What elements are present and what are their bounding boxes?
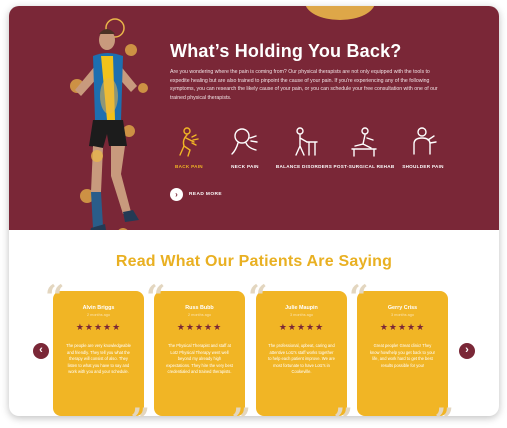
review-text: The professional, upbeat, caring and att… (268, 343, 335, 374)
star-rating: ★★★★★ (75, 322, 122, 332)
symptom-back-pain[interactable]: BACK PAIN (157, 126, 221, 170)
close-quote-icon: ” (434, 401, 454, 428)
symptom-shoulder-pain[interactable]: SHOULDER PAIN (391, 126, 455, 170)
reviewer-name: Russ Bubb (185, 305, 214, 311)
intro-text: Are you wondering where the pain is comi… (170, 69, 438, 101)
review-time: 3 months ago (390, 313, 414, 317)
review-text: The people are very knowledgeable and fr… (66, 343, 131, 374)
review-card: “ ” Russ Bubb 2 months ago ★★★★★ The Phy… (146, 281, 251, 428)
page-title: What’s Holding You Back? (170, 41, 402, 61)
symptom-list: BACK PAIN NECK PAIN BALANCE DISORDERS PO… (169, 126, 459, 181)
prev-arrow-button[interactable]: ‹ (33, 343, 49, 359)
close-quote-icon: ” (130, 401, 150, 428)
reviewer-name: Gerry Criss (387, 305, 418, 311)
rehab-icon (351, 127, 377, 157)
runner-image (70, 18, 148, 230)
symptom-balance-disorders[interactable]: BALANCE DISORDERS (272, 126, 336, 170)
testimonials-title: Read What Our Patients Are Saying (115, 253, 393, 270)
star-rating: ★★★★★ (379, 322, 426, 332)
symptom-neck-pain[interactable]: NECK PAIN (213, 126, 277, 170)
review-card: “ ” Gerry Criss 3 months ago ★★★★★ Great… (349, 281, 454, 428)
review-time: 2 months ago (187, 313, 211, 317)
review-time: 2 months ago (86, 313, 110, 317)
balance-icon (295, 127, 318, 156)
reviewer-name: Julie Maupin (285, 305, 318, 311)
symptom-post-surgical-rehab[interactable]: POST-SURGICAL REHAB (332, 126, 396, 170)
reviewer-name: Alvin Briggs (82, 305, 115, 311)
hero-section: What’s Holding You Back? Are you wonderi… (9, 6, 499, 230)
review-time: 3 months ago (289, 313, 313, 317)
close-quote-icon: ” (231, 401, 251, 428)
close-quote-icon: ” (333, 401, 353, 428)
decorative-circle (305, 6, 375, 20)
review-text: The Physical Therapist and staff at Lotz… (166, 343, 233, 374)
star-rating: ★★★★★ (176, 322, 223, 332)
shoulder-icon (413, 127, 437, 155)
review-card: “ ” Julie Maupin 3 months ago ★★★★★ The … (248, 281, 353, 428)
arrow-right-icon[interactable]: › (170, 188, 183, 201)
review-carousel: “ ” Alvin Briggs 2 months ago ★★★★★ The … (45, 281, 473, 428)
review-text: Great people! Great clinic! They know ho… (369, 343, 436, 368)
review-card: “ ” Alvin Briggs 2 months ago ★★★★★ The … (45, 281, 150, 428)
read-more-link[interactable]: › READ MORE (170, 188, 222, 201)
neck-pain-icon (231, 128, 258, 155)
star-rating: ★★★★★ (278, 322, 325, 332)
back-pain-icon (179, 127, 199, 157)
